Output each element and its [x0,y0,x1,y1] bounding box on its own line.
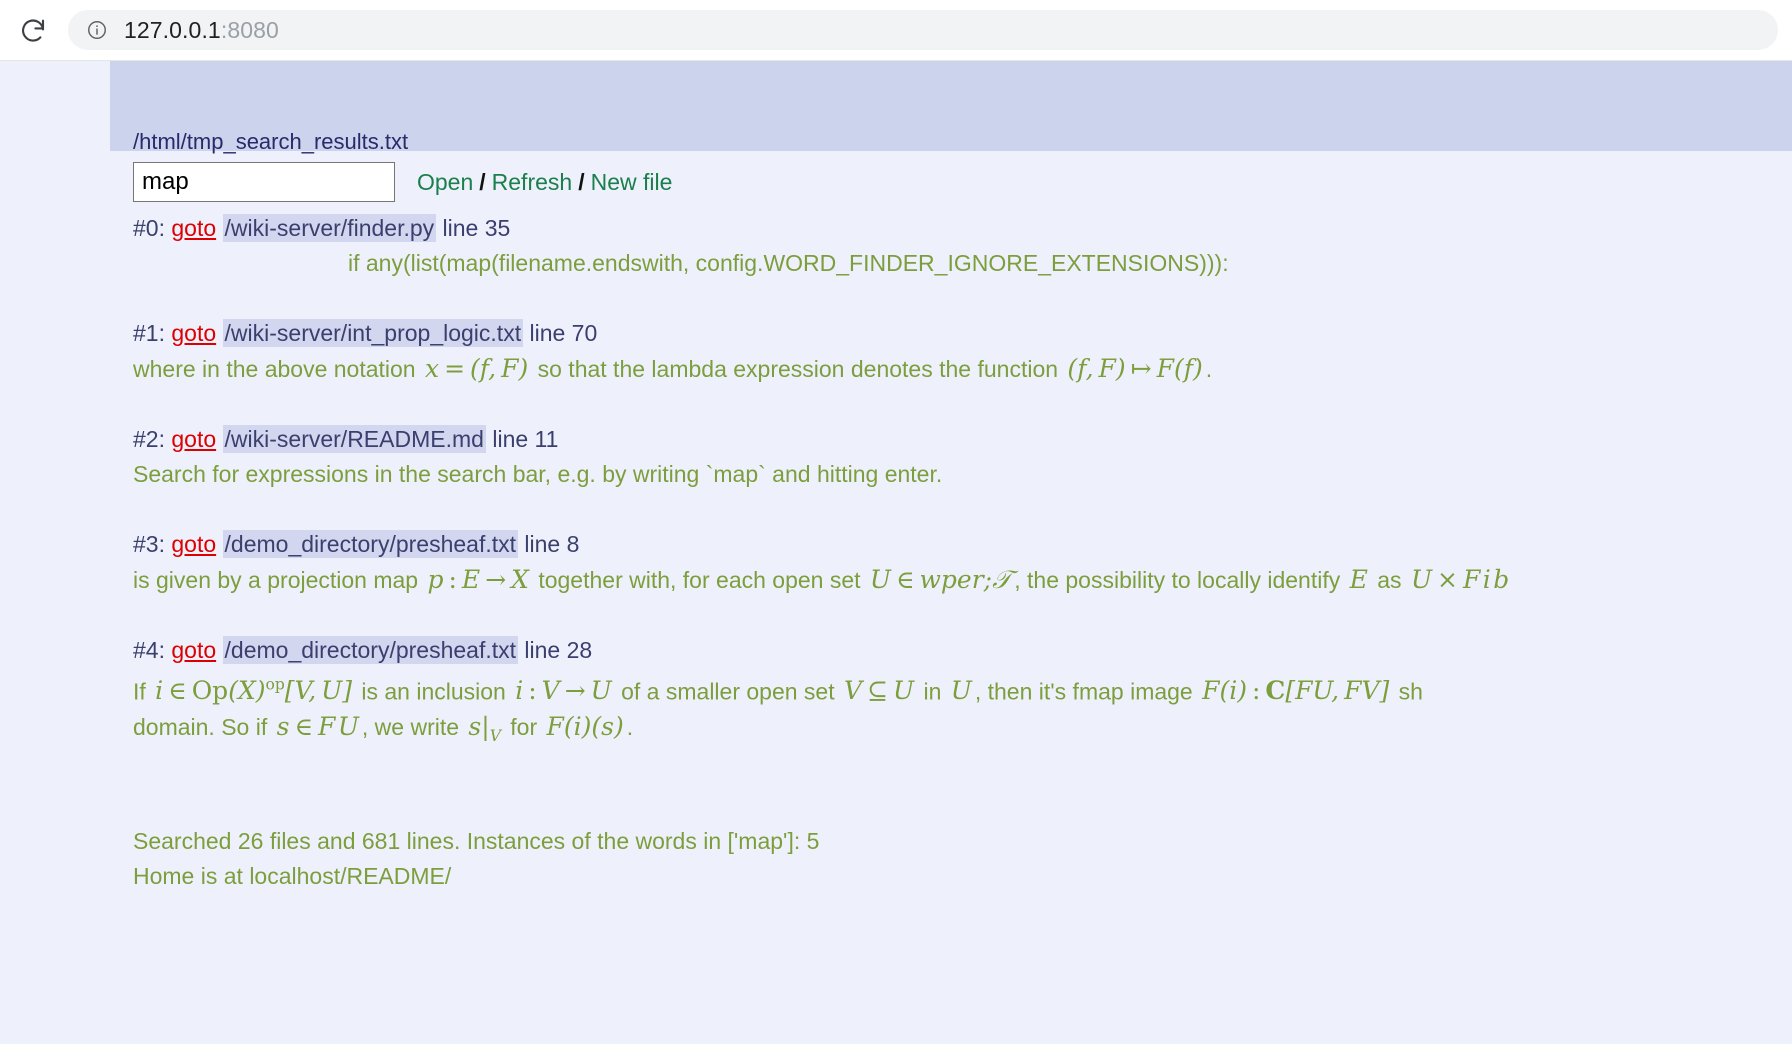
result-header: #3: goto /demo_directory/presheaf.txt li… [133,527,1792,562]
snippet-text: , we write [361,714,460,741]
result-header: #1: goto /wiki-server/int_prop_logic.txt… [133,316,1792,351]
home-location: Home is at localhost/README/ [133,863,452,890]
math-expression: F(i) : C[FU, FV] [1202,676,1390,706]
snippet-text: sh [1398,678,1423,705]
snippet-text: If [133,678,146,705]
goto-link[interactable]: goto [171,320,216,346]
result-snippet-continued: domain. So if s ∈ F U, we write s|V for … [133,709,1792,754]
result-snippet: If i ∈ Op(X)op[V, U] is an inclusion i :… [133,668,1792,709]
search-input[interactable] [133,162,395,202]
snippet-text: so that the lambda expression denotes th… [537,356,1059,382]
url-bar[interactable]: 127.0.0.1:8080 [68,10,1778,50]
result-item: #1: goto /wiki-server/int_prop_logic.txt… [133,316,1792,387]
action-links: Open / Refresh / New file [417,169,672,196]
math-expression: i : V → U [515,676,612,706]
page-content: /html/tmp_search_results.txt Open/Refres… [0,61,1792,1044]
result-line-number: line 70 [529,320,598,346]
reload-icon[interactable] [14,11,52,49]
math-expression: (f, F) ↦ F(f) [1067,354,1203,383]
result-index: #2: [133,426,165,452]
result-spacer [133,598,1792,633]
result-spacer [133,281,1792,316]
snippet-text: in [923,678,942,705]
page-title: /html/tmp_search_results.txt [133,129,409,154]
math-expression: s ∈ F U [276,712,359,742]
result-file-path[interactable]: /wiki-server/finder.py [222,214,437,242]
snippet-text: , then it's fmap image [974,678,1193,705]
link-separator-2: / [578,168,585,195]
result-header: #4: goto /demo_directory/presheaf.txt li… [133,633,1792,668]
result-item: #4: goto /demo_directory/presheaf.txt li… [133,633,1792,754]
snippet-text: is given by a projection map [133,567,419,593]
open-link[interactable]: Open [417,169,473,195]
result-spacer [133,789,1792,824]
result-snippet: if any(list(map(filename.endswith, confi… [348,250,1229,276]
result-index: #1: [133,320,165,346]
result-file-path[interactable]: /wiki-server/README.md [222,425,486,453]
snippet-text: is an inclusion [361,678,506,705]
url-text: 127.0.0.1:8080 [124,17,279,44]
result-header: #0: goto /wiki-server/finder.py line 35 [133,211,1792,246]
result-line-number: line 35 [442,215,511,241]
search-results-list: #0: goto /wiki-server/finder.py line 35 … [133,211,1792,894]
result-spacer [133,492,1792,527]
info-circle-icon[interactable] [86,19,108,41]
result-index: #3: [133,531,165,557]
math-expression: p : E → X [427,565,529,594]
search-row: Open/Refresh/New file [133,162,672,202]
result-index: #4: [133,637,165,663]
result-line-number: line 8 [524,531,580,557]
math-expression: U × F i b [1410,565,1510,594]
math-expression: x = (f, F) [424,354,529,383]
result-item: #3: goto /demo_directory/presheaf.txt li… [133,527,1792,598]
math-expression: s|V [468,712,501,746]
result-file-path[interactable]: /demo_directory/presheaf.txt [222,636,519,664]
result-item: #2: goto /wiki-server/README.md line 11 … [133,422,1792,492]
goto-link[interactable]: goto [171,637,216,663]
result-line-number: line 11 [492,426,559,452]
result-file-path[interactable]: /wiki-server/int_prop_logic.txt [222,319,524,347]
url-port: :8080 [220,16,279,43]
result-snippet: where in the above notation x = (f, F) s… [133,351,1792,387]
result-snippet: is given by a projection map p : E → X t… [133,562,1792,598]
new-file-link[interactable]: New file [591,169,673,195]
snippet-text: together with, for each open set [538,567,861,593]
math-expression: U [950,676,972,706]
result-spacer [133,387,1792,422]
math-expression: F(i)(s) [546,712,624,742]
goto-link[interactable]: goto [171,215,216,241]
result-snippet: Search for expressions in the search bar… [133,461,943,487]
goto-link[interactable]: goto [171,426,216,452]
goto-link[interactable]: goto [171,531,216,557]
result-item: #0: goto /wiki-server/finder.py line 35 … [133,211,1792,281]
search-summary: Searched 26 files and 681 lines. Instanc… [133,828,820,855]
result-line-number: line 28 [524,637,593,663]
snippet-text: . [626,714,634,741]
result-header: #2: goto /wiki-server/README.md line 11 [133,422,1792,457]
math-expression: i ∈ Op(X)op[V, U] [155,676,352,706]
snippet-text: as [1377,567,1402,593]
snippet-text: of a smaller open set [621,678,835,705]
math-expression: V ⊆ U [844,676,915,706]
left-gutter [0,61,110,1044]
refresh-link[interactable]: Refresh [492,169,573,195]
browser-toolbar: 127.0.0.1:8080 [0,0,1792,61]
snippet-text: where in the above notation [133,356,416,382]
result-file-path[interactable]: /demo_directory/presheaf.txt [222,530,519,558]
link-separator-1: / [479,168,486,195]
snippet-text: for [510,714,538,741]
snippet-text: domain. So if [133,714,268,741]
snippet-text: , the possibility to locally identify [1014,567,1341,593]
snippet-text: . [1205,356,1213,382]
url-host: 127.0.0.1 [124,16,221,43]
math-expression: E [1349,565,1368,594]
result-spacer [133,754,1792,789]
math-expression: U ∈ wper;𝒯 [869,565,1012,594]
result-index: #0: [133,215,165,241]
